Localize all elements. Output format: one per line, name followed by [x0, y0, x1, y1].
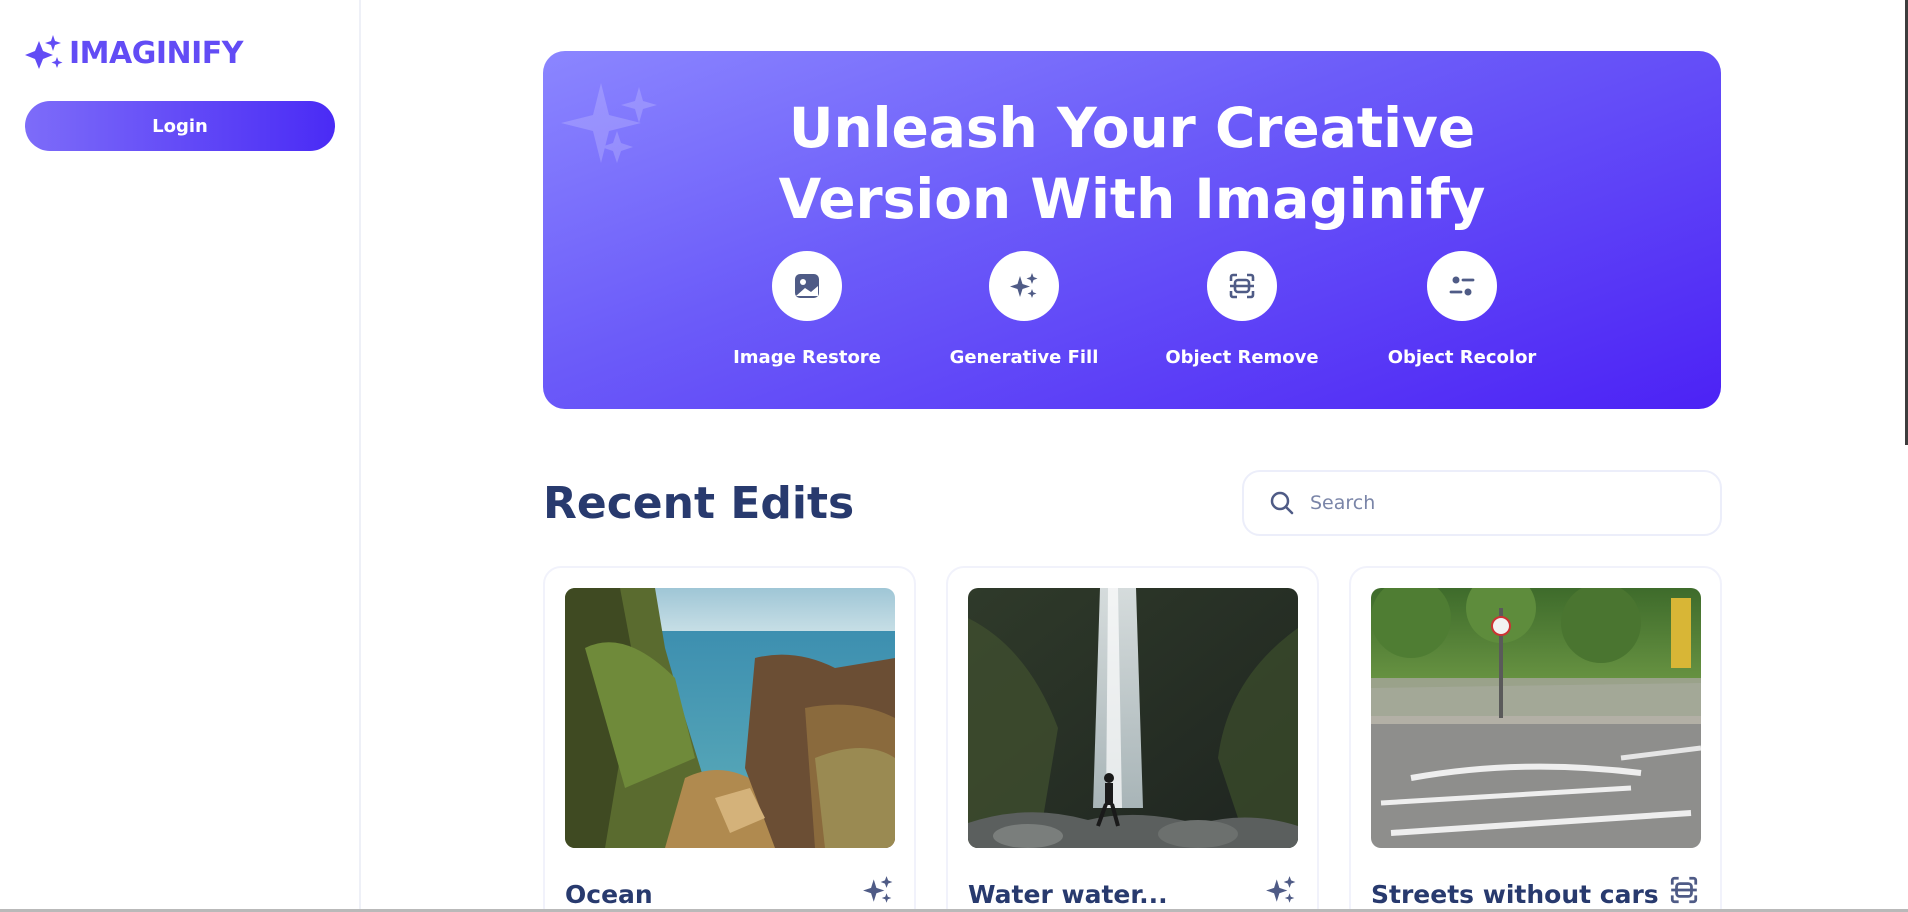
- hero-title-line2: Version With Imaginify: [778, 167, 1486, 231]
- sparkles-icon: [863, 876, 893, 903]
- card-title: Ocean: [565, 880, 653, 909]
- card-title: Water water...: [968, 880, 1168, 909]
- login-button[interactable]: Login: [25, 101, 335, 151]
- ocean-thumbnail: [565, 588, 895, 848]
- tool-label: Object Recolor: [1387, 347, 1537, 368]
- hero-banner: Unleash Your Creative Version With Imagi…: [543, 51, 1721, 409]
- sparkles-icon: [1010, 273, 1038, 298]
- main-content: Unleash Your Creative Version With Imagi…: [363, 0, 1908, 912]
- tool-circle[interactable]: [1207, 251, 1277, 321]
- tool-generative-fill[interactable]: Generative Fill: [934, 251, 1114, 368]
- recent-edits-title: Recent Edits: [543, 478, 855, 529]
- card-image[interactable]: [565, 588, 895, 848]
- tool-label: Object Remove: [1165, 347, 1319, 368]
- hero-title-line1: Unleash Your Creative: [788, 96, 1476, 160]
- street-thumbnail: [1371, 588, 1701, 848]
- image-card[interactable]: Streets without cars: [1349, 566, 1722, 912]
- image-card[interactable]: Water water...: [946, 566, 1319, 912]
- tool-image-restore[interactable]: Image Restore: [717, 251, 897, 368]
- tool-object-remove[interactable]: Object Remove: [1152, 251, 1332, 368]
- tool-circle[interactable]: [772, 251, 842, 321]
- recent-edits-list: Ocean Water water... Streets without car…: [543, 566, 1723, 912]
- hero-title: Unleash Your Creative Version With Imagi…: [543, 93, 1721, 235]
- search-icon: [1270, 491, 1294, 515]
- search-input[interactable]: [1310, 483, 1690, 523]
- sparkles-logo-icon: [25, 35, 63, 69]
- tool-shortcuts: Image Restore Generative Fill Object Rem…: [543, 251, 1721, 391]
- tool-circle[interactable]: [989, 251, 1059, 321]
- scan-icon: [1229, 273, 1255, 299]
- sparkles-icon: [1266, 876, 1296, 903]
- scan-icon: [1670, 876, 1698, 904]
- sidebar: IMAGINIFY Login: [0, 0, 361, 909]
- tool-label: Image Restore: [733, 347, 881, 368]
- tool-circle[interactable]: [1427, 251, 1497, 321]
- image-icon: [795, 274, 819, 298]
- search-box[interactable]: [1242, 470, 1722, 536]
- card-image[interactable]: [1371, 588, 1701, 848]
- image-card[interactable]: Ocean: [543, 566, 916, 912]
- waterfall-thumbnail: [968, 588, 1298, 848]
- app-name: IMAGINIFY: [69, 35, 244, 71]
- logo[interactable]: IMAGINIFY: [25, 35, 244, 71]
- filter-icon: [1449, 276, 1475, 296]
- card-image[interactable]: [968, 588, 1298, 848]
- tool-object-recolor[interactable]: Object Recolor: [1372, 251, 1552, 368]
- tool-label: Generative Fill: [949, 347, 1099, 368]
- card-title: Streets without cars: [1371, 880, 1659, 909]
